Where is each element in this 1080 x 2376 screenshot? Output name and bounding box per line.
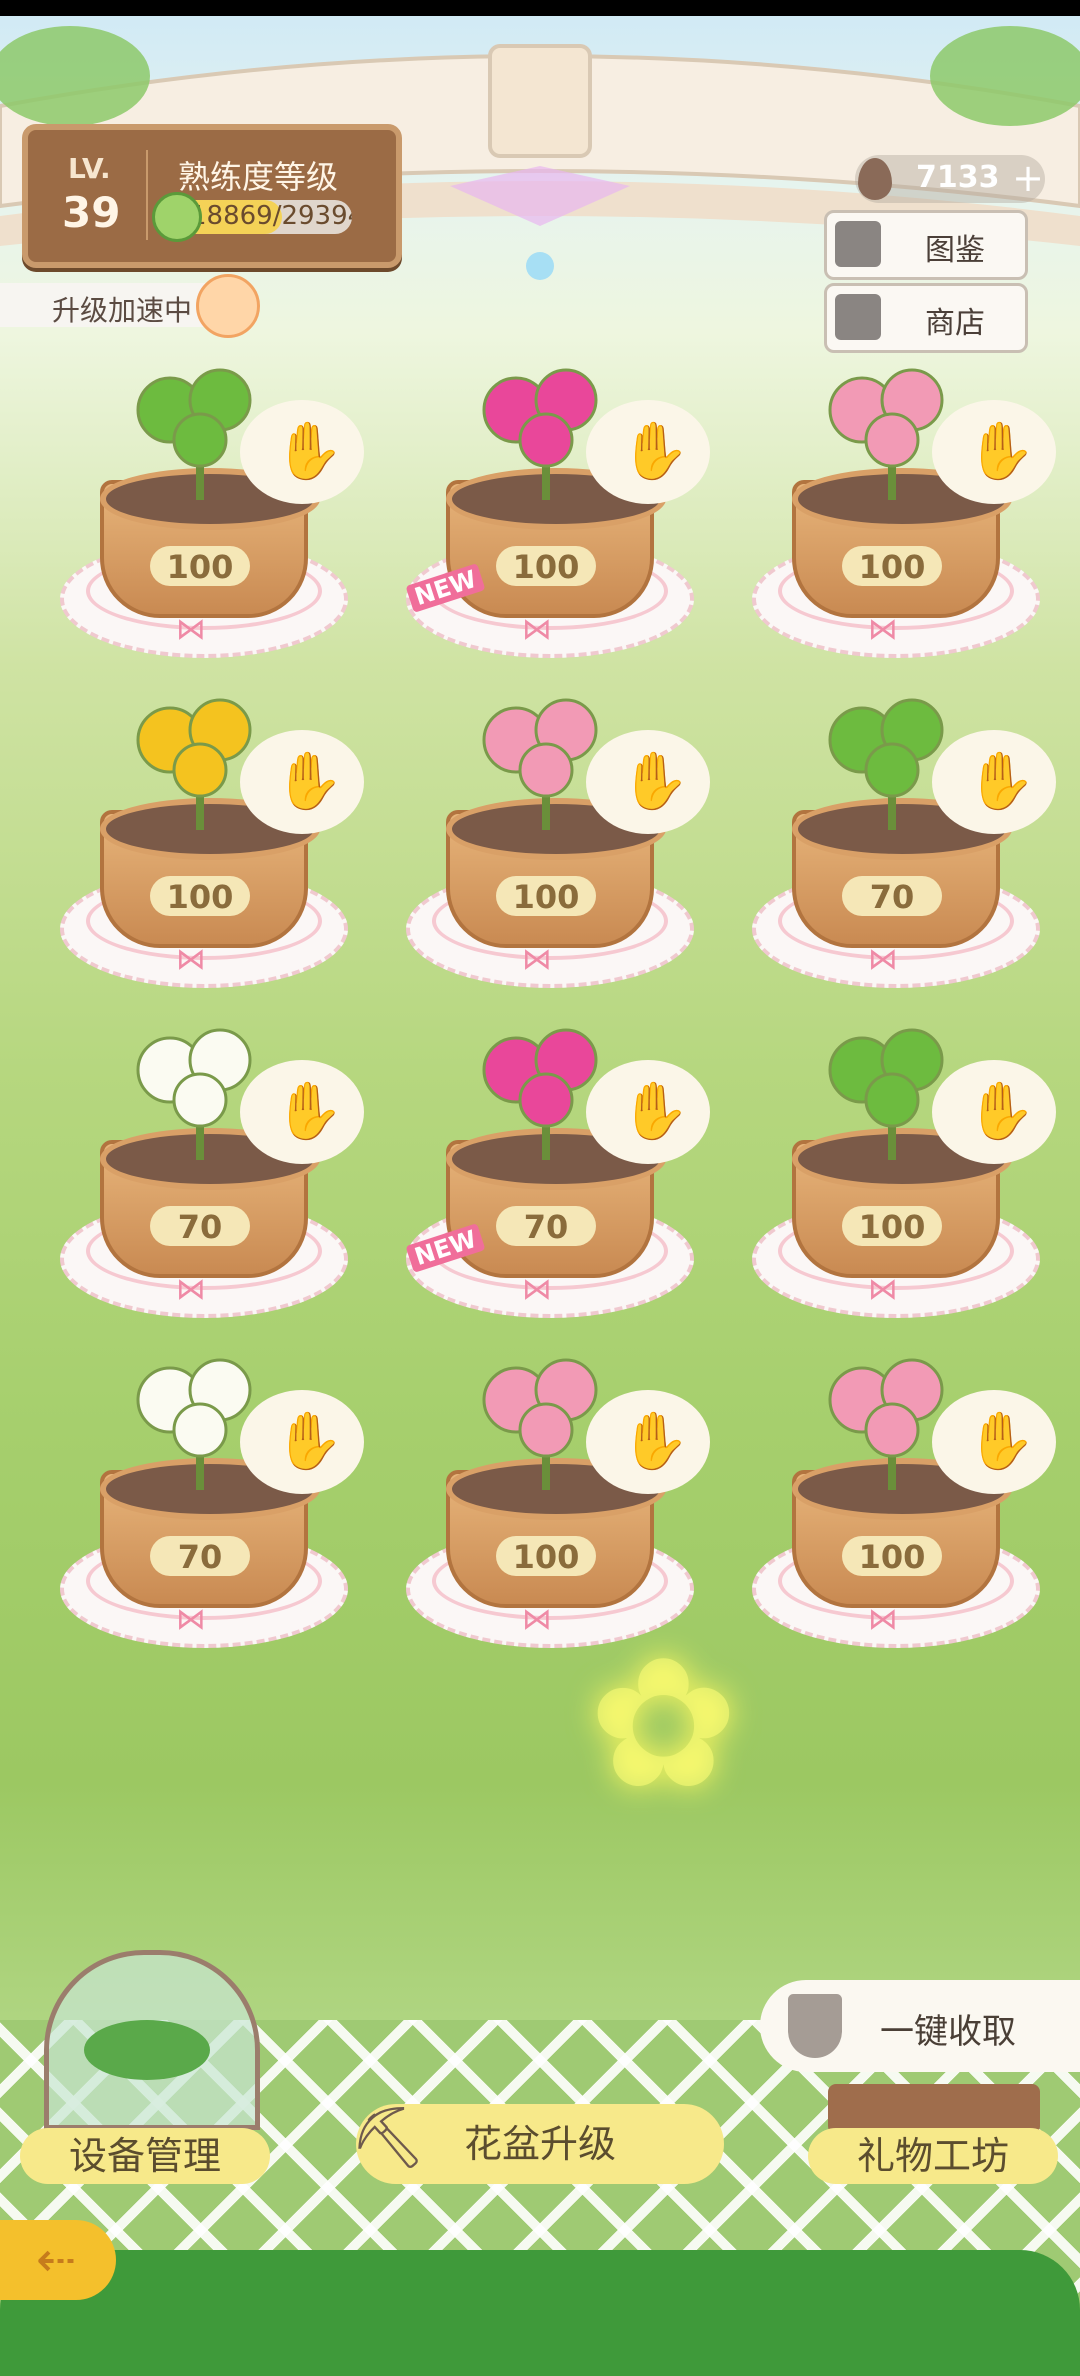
shop-icon [835,294,881,340]
seed-currency-value: 7133 [916,160,1000,195]
flower-pot[interactable]: ⋈ 100 ✋ [396,690,710,990]
shovel-icon [788,1994,842,2058]
pot-growth-value: 70 [177,1538,223,1576]
flower-pot[interactable]: ⋈ 100 ✋ [742,360,1056,660]
flower-pot[interactable]: ⋈ 100 ✋ [396,1350,710,1650]
flower-pot[interactable]: ⋈ 100 ✋ [50,690,364,990]
flower-pot[interactable]: ⋈ 70 ✋ [50,1020,364,1320]
status-bar [0,0,1080,16]
gift-workshop-button[interactable]: 礼物工坊 [808,2128,1058,2184]
flower-pot[interactable]: ⋈ 100 ✋ [742,1020,1056,1320]
flower-pot[interactable]: ⋈ 70 ✋ [50,1350,364,1650]
pot-growth-value: 100 [512,878,580,916]
pot-growth-value: 100 [166,878,234,916]
pot-growth-value: 70 [869,878,915,916]
glove-icon: ✋ [620,749,690,814]
shop-label: 商店 [925,306,985,341]
glove-icon: ✋ [966,1409,1036,1474]
speed-up-text: 升级加速中 [52,294,193,327]
flower-pot[interactable]: ⋈ 100 ✋ [50,360,364,660]
add-currency-button[interactable]: + [1008,158,1048,198]
glove-icon: ✋ [274,1409,344,1474]
proficiency-panel[interactable]: LV. 39 熟练度等级 18869/29394 [22,124,402,268]
proficiency-title: 熟练度等级 [178,158,339,196]
seed-icon [858,158,892,200]
glove-icon: ✋ [274,749,344,814]
device-manage-button[interactable]: 设备管理 [20,2128,270,2184]
glove-icon: ✋ [620,419,690,484]
glove-icon: ✋ [966,1079,1036,1144]
back-arrow-icon: ⇠ [36,2232,77,2288]
pot-growth-value: 70 [523,1208,569,1246]
glove-icon: ✋ [274,419,344,484]
harvest-all-label: 一键收取 [880,2012,1016,2052]
book-icon [835,221,881,267]
pot-growth-value: 100 [858,1538,926,1576]
proficiency-progress-text: 18869/29394 [190,201,352,231]
pot-growth-value: 100 [858,1208,926,1246]
pot-growth-value: 100 [512,548,580,586]
pot-growth-value: 70 [177,1208,223,1246]
flower-pot[interactable]: ⋈ 70 ✋ NEW [396,1020,710,1320]
level-value: 39 [62,188,121,237]
pot-growth-value: 100 [512,1538,580,1576]
glove-icon: ✋ [966,749,1036,814]
flower-pot[interactable]: ⋈ 100 ✋ [742,1350,1056,1650]
flower-pot[interactable]: ⋈ 70 ✋ [742,690,1056,990]
character-avatar-icon [196,274,260,338]
shop-button[interactable]: 商店 [824,283,1028,353]
encyclopedia-button[interactable]: 图鉴 [824,210,1028,280]
trowel-icon: ⛏ [350,2103,427,2173]
glove-icon: ✋ [620,1409,690,1474]
glove-icon: ✋ [620,1079,690,1144]
glowing-flower-icon: ✿ [588,1620,739,1829]
hedge [0,2250,1080,2376]
panel-divider [146,150,148,240]
encyclopedia-label: 图鉴 [925,233,985,268]
level-label: LV. [68,152,111,185]
flower-pot[interactable]: ⋈ 100 ✋ NEW [396,360,710,660]
gift-workshop-icon[interactable] [828,2084,1040,2134]
glove-icon: ✋ [966,419,1036,484]
pot-growth-value: 100 [166,548,234,586]
greenhouse-plant-icon [84,2020,210,2080]
watering-can-icon [152,192,202,242]
pot-growth-value: 100 [858,548,926,586]
glove-icon: ✋ [274,1079,344,1144]
